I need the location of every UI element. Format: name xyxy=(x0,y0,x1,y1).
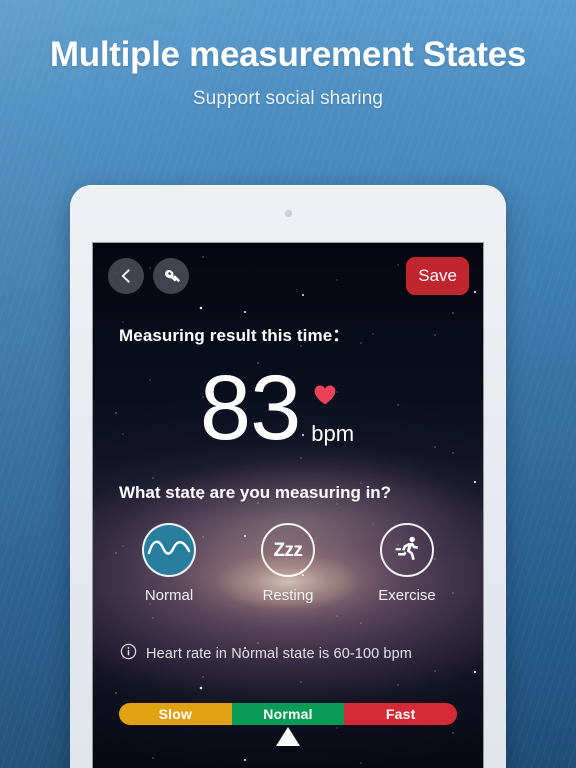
bpm-unit: bpm xyxy=(311,421,355,446)
gauge-pointer xyxy=(276,727,300,746)
heart-rate-gauge: Slow Normal Fast xyxy=(119,703,457,746)
save-button[interactable]: Save xyxy=(406,257,469,295)
state-question: What state are you measuring in? xyxy=(119,483,392,502)
info-note: Heart rate in Normal state is 60-100 bpm xyxy=(120,643,412,665)
promo-subtitle: Support social sharing xyxy=(192,87,384,109)
gauge-segment-fast[interactable]: Fast xyxy=(344,703,457,725)
tools-button[interactable] xyxy=(153,258,189,294)
state-label-exercise: Exercise xyxy=(378,587,436,604)
app-topbar: Save xyxy=(93,255,483,297)
back-button[interactable] xyxy=(108,258,144,294)
state-option-exercise[interactable]: Exercise xyxy=(359,523,455,604)
promo-header: Multiple measurement States Support soci… xyxy=(0,0,576,110)
gauge-segment-normal[interactable]: Normal xyxy=(231,703,345,725)
state-option-normal[interactable]: Normal xyxy=(121,523,217,604)
zzz-icon: Zzz xyxy=(273,539,303,561)
app-screen: Save Measuring result this time： 83 bpm xyxy=(93,243,483,768)
info-text: Heart rate in Normal state is 60-100 bpm xyxy=(146,646,412,662)
state-options: Normal Zzz Resting Exercise xyxy=(109,523,467,604)
front-camera-dot xyxy=(284,210,292,217)
state-icon-exercise xyxy=(380,523,434,577)
info-circle-icon xyxy=(120,643,137,665)
state-label-normal: Normal xyxy=(144,587,194,604)
running-icon xyxy=(392,533,422,568)
wave-icon xyxy=(147,533,191,568)
gauge-segment-slow[interactable]: Slow xyxy=(119,703,232,725)
state-label-resting: Resting xyxy=(262,587,314,604)
state-icon-resting: Zzz xyxy=(261,523,315,577)
chevron-left-icon xyxy=(118,268,134,284)
state-icon-normal xyxy=(142,523,196,577)
gauge-bar: Slow Normal Fast xyxy=(119,703,457,725)
wrench-icon xyxy=(161,266,181,286)
promo-title: Multiple measurement States xyxy=(49,35,527,74)
promo-screenshot: Multiple measurement States Support soci… xyxy=(0,0,576,768)
heart-rate-reading: 83 bpm xyxy=(93,341,483,460)
state-option-resting[interactable]: Zzz Resting xyxy=(240,523,336,604)
bpm-value: 83 xyxy=(199,357,301,460)
tablet-device: Save Measuring result this time： 83 bpm xyxy=(70,185,506,768)
heart-icon xyxy=(313,384,337,411)
